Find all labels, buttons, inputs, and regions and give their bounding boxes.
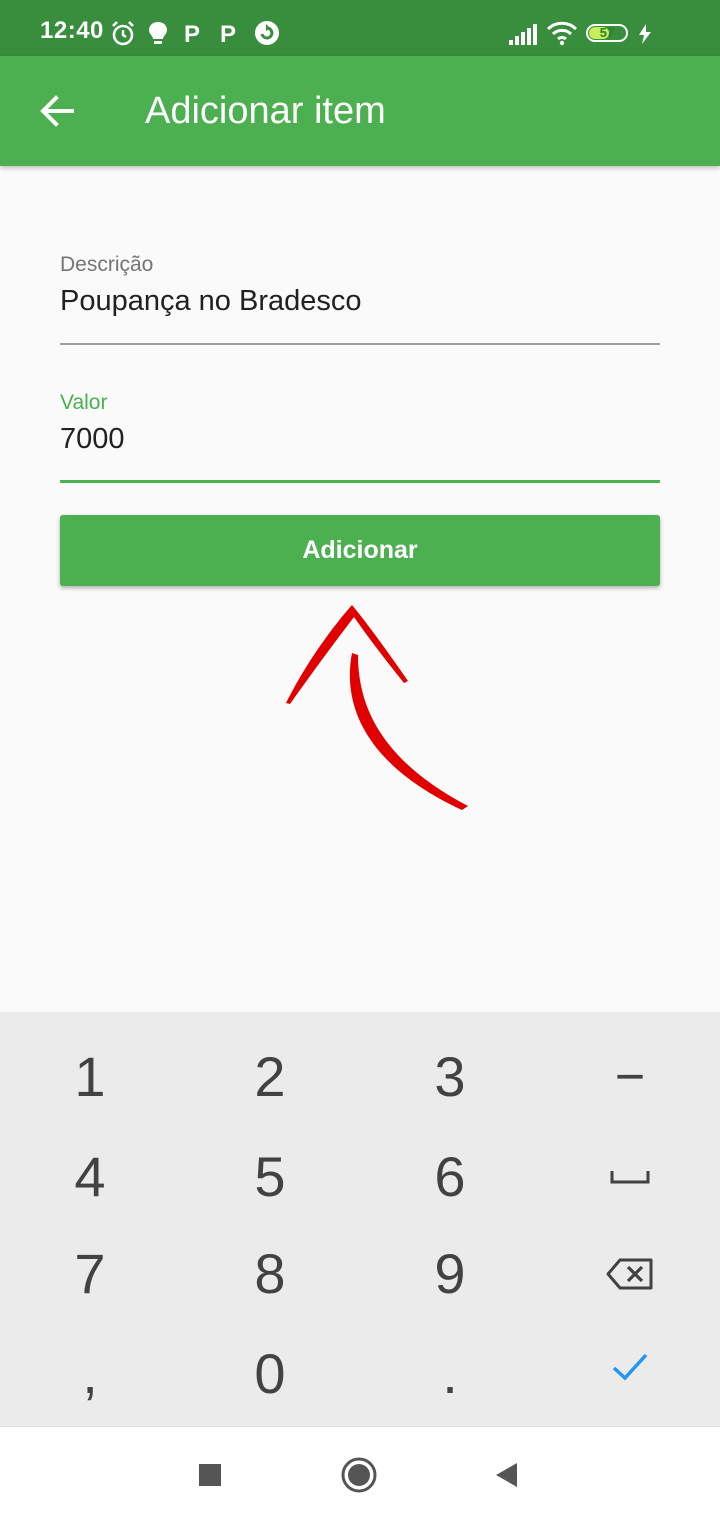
backspace-icon (606, 1258, 653, 1290)
triangle-back-icon (496, 1463, 517, 1487)
back-button[interactable] (24, 80, 88, 144)
check-icon (612, 1353, 648, 1381)
key-9[interactable]: 9 (360, 1224, 540, 1324)
sync-icon (255, 21, 279, 45)
key-space[interactable] (540, 1127, 720, 1227)
wifi-icon (546, 21, 578, 46)
key-comma[interactable]: , (0, 1324, 180, 1424)
descricao-input[interactable]: Poupança no Bradesco (60, 285, 660, 318)
valor-label: Valor (60, 391, 108, 414)
p-icon: P (220, 21, 237, 48)
descricao-underline (60, 343, 660, 345)
page-title: Adicionar item (145, 90, 386, 132)
adicionar-button[interactable]: Adicionar (60, 515, 660, 586)
system-icons: 57 (508, 20, 698, 50)
key-1[interactable]: 1 (0, 1027, 180, 1127)
status-bar: 12:40 P P 57 (0, 0, 720, 56)
key-8[interactable]: 8 (180, 1224, 360, 1324)
app-bar: Adicionar item (0, 56, 720, 166)
valor-field[interactable]: Valor 7000 (60, 391, 660, 485)
key-minus[interactable]: − (540, 1027, 720, 1127)
key-period[interactable]: . (360, 1324, 540, 1424)
key-5[interactable]: 5 (180, 1127, 360, 1227)
key-backspace[interactable] (540, 1224, 720, 1324)
key-2[interactable]: 2 (180, 1027, 360, 1127)
key-done[interactable] (540, 1317, 720, 1417)
charging-icon (639, 24, 651, 44)
recents-button[interactable] (182, 1447, 238, 1503)
key-6[interactable]: 6 (360, 1127, 540, 1227)
key-7[interactable]: 7 (0, 1224, 180, 1324)
space-icon (610, 1171, 650, 1184)
numeric-keyboard: 1 2 3 − 4 5 6 7 8 9 , 0 . (0, 1012, 720, 1426)
valor-input[interactable]: 7000 (60, 423, 660, 456)
key-0[interactable]: 0 (180, 1324, 360, 1424)
navigation-bar (0, 1426, 720, 1521)
annotation-arrow-icon (286, 605, 468, 810)
square-icon (199, 1464, 221, 1486)
valor-underline (60, 480, 660, 483)
key-4[interactable]: 4 (0, 1127, 180, 1227)
arrow-left-icon (40, 95, 74, 127)
back-nav-button[interactable] (478, 1447, 534, 1503)
alarm-icon (112, 21, 134, 46)
p-icon: P (184, 21, 201, 48)
signal-icon (509, 24, 537, 45)
status-time: 12:40 (40, 17, 104, 44)
home-button[interactable] (331, 1447, 387, 1503)
bulb-icon (149, 22, 167, 44)
descricao-label: Descrição (60, 253, 154, 276)
descricao-field[interactable]: Descrição Poupança no Bradesco (60, 253, 660, 347)
battery-level: 57 (599, 25, 615, 40)
circle-icon (341, 1457, 377, 1493)
battery-indicator: 57 (586, 24, 628, 42)
key-3[interactable]: 3 (360, 1027, 540, 1127)
